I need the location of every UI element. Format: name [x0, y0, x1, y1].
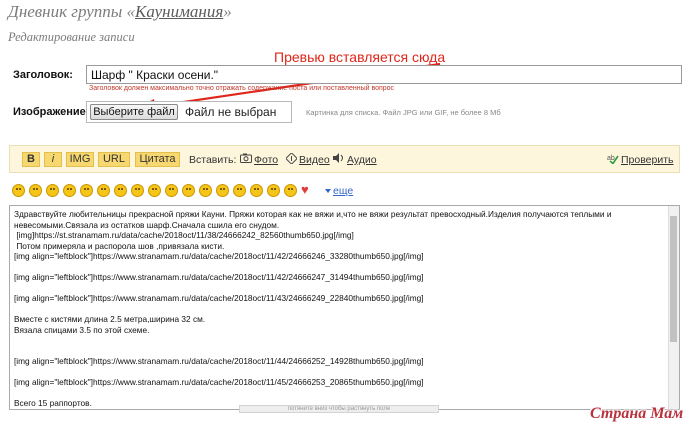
post-body-text: Здравствуйте любительницы прекрасной пря… — [14, 209, 612, 408]
smiley-icon[interactable] — [46, 184, 59, 197]
insert-photo-link[interactable]: Фото — [254, 154, 278, 166]
video-icon — [286, 153, 297, 164]
more-smileys-link[interactable]: еще — [333, 185, 353, 197]
insert-label: Вставить: — [189, 154, 237, 166]
smiley-icon[interactable] — [63, 184, 76, 197]
title-label: Заголовок: — [13, 69, 73, 81]
smiley-icon[interactable] — [182, 184, 195, 197]
smiley-icon[interactable] — [284, 184, 297, 197]
insert-video-link[interactable]: Видео — [299, 154, 330, 166]
chevron-down-icon — [325, 189, 331, 193]
scrollbar-thumb[interactable] — [670, 216, 677, 342]
choose-file-button[interactable]: Выберите файл — [90, 104, 178, 120]
img-button[interactable]: IMG — [66, 152, 94, 167]
smiley-icon[interactable] — [148, 184, 161, 197]
editor-scrollbar[interactable] — [668, 206, 679, 409]
speaker-icon — [333, 153, 343, 163]
smiley-icon[interactable] — [80, 184, 93, 197]
file-input[interactable]: Выберите файл Файл не выбран — [86, 101, 292, 123]
smiley-icon[interactable] — [29, 184, 42, 197]
smiley-icon[interactable] — [267, 184, 280, 197]
url-button[interactable]: URL — [98, 152, 130, 167]
image-hint: Картинка для списка. Файл JPG или GIF, н… — [306, 108, 501, 117]
insert-audio-link[interactable]: Аудио — [347, 154, 377, 166]
editor-toolbar: B i IMG URL Цитата Вставить: Фото Видео … — [9, 145, 680, 173]
camera-icon — [240, 153, 252, 163]
post-body-textarea[interactable]: Здравствуйте любительницы прекрасной пря… — [9, 205, 680, 410]
smiley-icon[interactable] — [114, 184, 127, 197]
smiley-icon[interactable] — [233, 184, 246, 197]
resize-handle[interactable]: потяните вниз чтобы растянуть поле — [239, 405, 439, 413]
smiley-icon[interactable] — [165, 184, 178, 197]
smiley-icon[interactable] — [131, 184, 144, 197]
image-label: Изображение: — [13, 106, 90, 118]
title-hint: Заголовок должен максимально точно отраж… — [89, 85, 395, 92]
italic-button[interactable]: i — [44, 152, 62, 167]
file-status: Файл не выбран — [185, 105, 277, 119]
smiley-icon[interactable] — [97, 184, 110, 197]
spellcheck-icon: ab — [607, 155, 619, 164]
quote-button[interactable]: Цитата — [135, 152, 180, 167]
title-input[interactable] — [86, 65, 682, 84]
smiley-icon[interactable] — [216, 184, 229, 197]
smiley-icon[interactable] — [12, 184, 25, 197]
smiley-icon[interactable] — [250, 184, 263, 197]
spellcheck-link[interactable]: Проверить — [621, 154, 674, 166]
site-watermark: Страна Мам — [590, 405, 684, 422]
smiley-icon[interactable] — [199, 184, 212, 197]
heart-icon[interactable]: ♥ — [301, 183, 309, 196]
bold-button[interactable]: B — [22, 152, 40, 167]
